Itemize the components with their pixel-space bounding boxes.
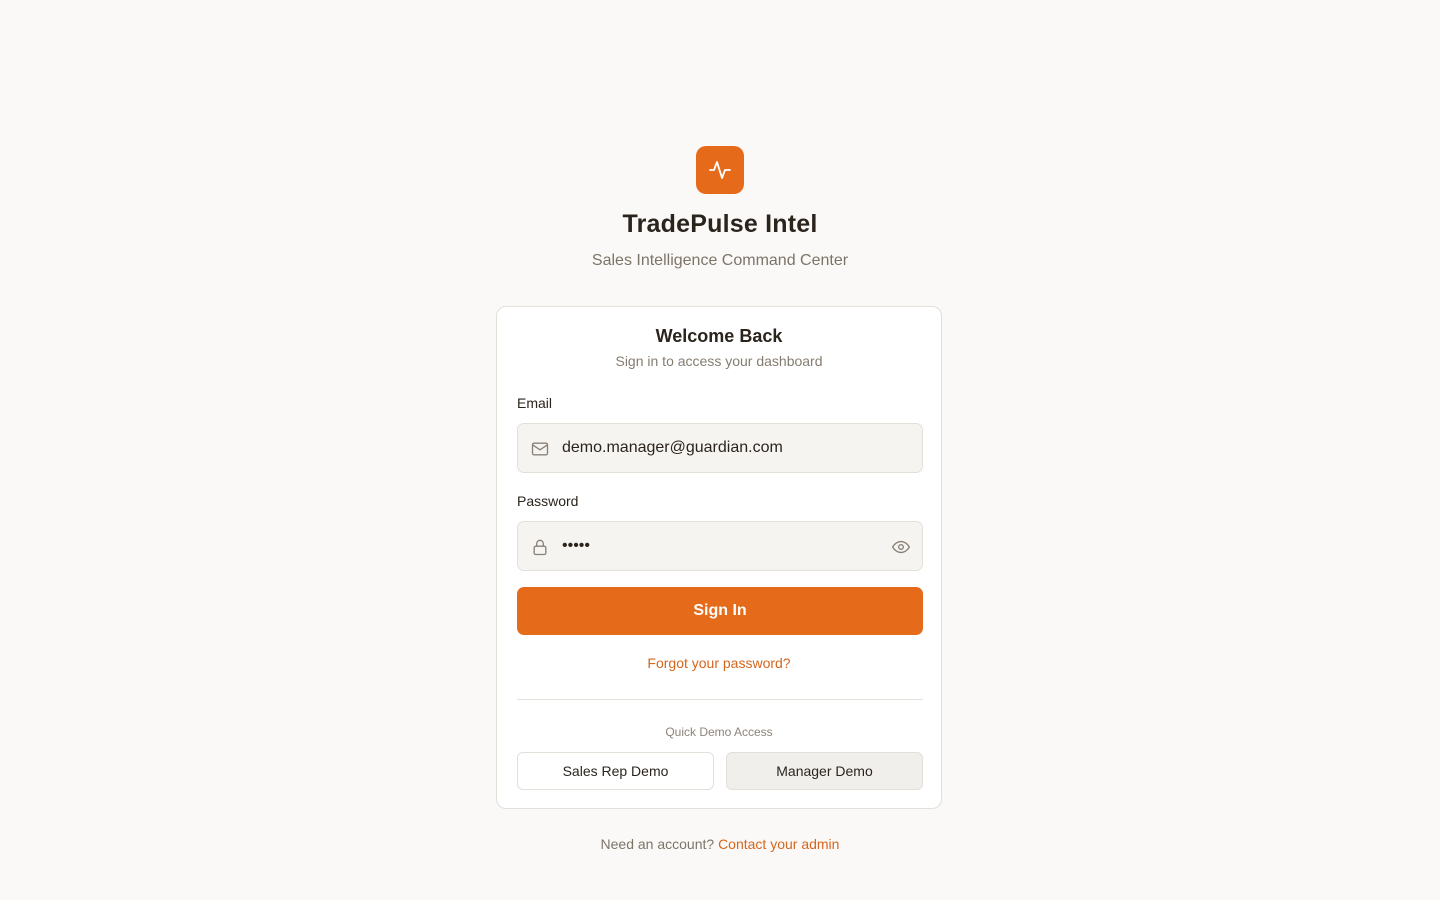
manager-demo-button[interactable]: Manager Demo: [726, 752, 923, 790]
contact-admin-link[interactable]: Contact your admin: [718, 836, 839, 852]
email-label: Email: [517, 395, 553, 411]
login-page: TradePulse Intel Sales Intelligence Comm…: [0, 0, 1440, 900]
card-title: Welcome Back: [655, 326, 783, 346]
password-input-box[interactable]: [517, 521, 923, 571]
quick-demo-label: Quick Demo Access: [665, 725, 773, 739]
lock-icon: [533, 539, 547, 556]
footer-prompt: Need an account?: [600, 836, 715, 852]
mail-icon: [531, 442, 549, 456]
footer: Need an account? Contact your admin: [0, 836, 1440, 852]
sign-in-button[interactable]: Sign In: [517, 587, 923, 635]
sales-rep-demo-button[interactable]: Sales Rep Demo: [517, 752, 714, 790]
eye-icon[interactable]: [891, 537, 911, 557]
password-field[interactable]: [562, 522, 882, 570]
activity-pulse-icon: [709, 161, 731, 179]
forgot-password-link[interactable]: Forgot your password?: [497, 655, 941, 671]
email-field[interactable]: [562, 424, 882, 472]
divider: [517, 699, 923, 700]
card-subtitle: Sign in to access your dashboard: [615, 353, 823, 369]
email-input-box[interactable]: [517, 423, 923, 473]
app-tagline: Sales Intelligence Command Center: [591, 252, 849, 269]
app-title: TradePulse Intel: [622, 210, 818, 238]
app-logo: [696, 146, 744, 194]
login-card: Welcome Back Sign in to access your dash…: [496, 306, 942, 809]
password-label: Password: [517, 493, 579, 509]
